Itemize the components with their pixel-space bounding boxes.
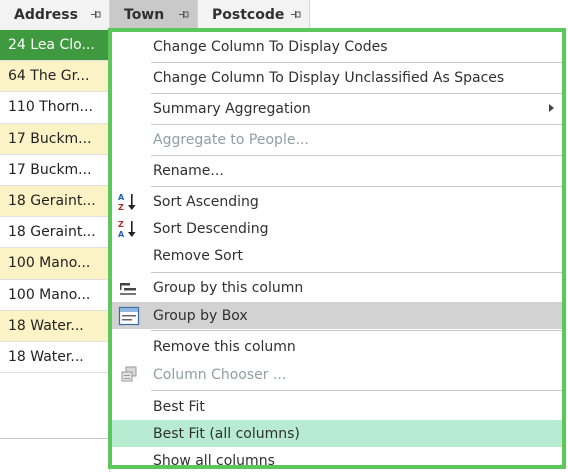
menu-item-column-chooser: Column Chooser ... [112, 361, 562, 388]
pin-icon[interactable] [179, 10, 189, 19]
menu-item-best-fit-all[interactable]: Best Fit (all columns) [112, 420, 562, 447]
grid-header: Address Town Postcode [0, 0, 310, 31]
table-row[interactable]: 100 Mano... [0, 248, 110, 280]
pin-icon[interactable] [91, 10, 101, 19]
column-context-menu: Change Column To Display Codes Change Co… [108, 28, 566, 469]
menu-separator [151, 330, 562, 331]
menu-item-label: Sort Ascending [153, 193, 259, 210]
menu-item-remove-sort[interactable]: Remove Sort [112, 242, 562, 269]
table-row[interactable]: 18 Geraint... [0, 185, 110, 218]
menu-separator [151, 124, 562, 125]
column-header-label: Address [14, 7, 78, 23]
menu-item-label: Change Column To Display Unclassified As… [153, 69, 505, 86]
menu-item-label: Summary Aggregation [153, 100, 311, 117]
menu-separator [151, 155, 562, 156]
menu-item-label: Remove Sort [153, 247, 243, 264]
menu-item-show-all-columns[interactable]: Show all columns [112, 447, 562, 469]
menu-separator [151, 186, 562, 187]
table-row[interactable]: 18 Geraint... [0, 217, 110, 249]
menu-separator [151, 272, 562, 273]
menu-item-label: Column Chooser ... [153, 366, 287, 383]
column-header-label: Postcode [212, 7, 285, 23]
svg-text:Z: Z [118, 220, 124, 229]
svg-text:Z: Z [118, 203, 124, 212]
menu-item-label: Show all columns [153, 452, 275, 469]
column-header-label: Town [124, 7, 165, 23]
menu-item-sort-ascending[interactable]: A Z Sort Ascending [112, 188, 562, 215]
table-row[interactable]: 17 Buckm... [0, 123, 110, 155]
menu-item-aggregate-to-people: Aggregate to People... [112, 126, 562, 153]
menu-item-remove-column[interactable]: Remove this column [112, 333, 562, 360]
column-chooser-icon [121, 366, 137, 381]
menu-item-label: Group by Box [153, 307, 248, 324]
menu-item-rename[interactable]: Rename... [112, 157, 562, 184]
menu-item-label: Remove this column [153, 338, 296, 355]
menu-item-display-unclassified[interactable]: Change Column To Display Unclassified As… [112, 64, 562, 91]
menu-item-group-by-column[interactable]: Group by this column [112, 274, 562, 301]
table-row[interactable]: 110 Thorn... [0, 92, 110, 124]
menu-separator [151, 93, 562, 94]
table-row[interactable]: 64 The Gr... [0, 61, 110, 93]
menu-item-label: Aggregate to People... [153, 131, 309, 148]
column-header-town[interactable]: Town [110, 0, 198, 30]
menu-item-label: Group by this column [153, 279, 304, 296]
column-header-postcode[interactable]: Postcode [198, 0, 310, 30]
pin-icon[interactable] [291, 10, 301, 19]
group-by-column-icon [120, 282, 136, 295]
svg-text:A: A [118, 230, 125, 239]
column-header-address[interactable]: Address [0, 0, 110, 30]
menu-item-label: Best Fit [153, 398, 205, 415]
table-row[interactable]: 18 Water... [0, 310, 110, 342]
submenu-arrow-icon [549, 104, 554, 112]
grid-empty-area [0, 400, 110, 472]
menu-item-label: Best Fit (all columns) [153, 425, 300, 442]
address-column: 24 Lea Clo... 64 The Gr... 110 Thorn... … [0, 30, 110, 374]
table-row[interactable]: 17 Buckm... [0, 154, 110, 186]
menu-separator [151, 390, 562, 391]
group-by-box-icon [118, 306, 140, 325]
table-row[interactable]: 24 Lea Clo... [0, 30, 110, 62]
menu-item-label: Sort Descending [153, 220, 269, 237]
menu-item-label: Change Column To Display Codes [153, 38, 388, 55]
menu-item-sort-descending[interactable]: Z A Sort Descending [112, 215, 562, 242]
menu-separator [151, 62, 562, 63]
svg-text:A: A [118, 193, 125, 202]
sort-descending-icon: Z A [118, 220, 136, 239]
menu-item-label: Rename... [153, 162, 224, 179]
sort-ascending-icon: A Z [118, 193, 136, 212]
menu-item-display-codes[interactable]: Change Column To Display Codes [112, 33, 562, 60]
menu-item-best-fit[interactable]: Best Fit [112, 393, 562, 420]
menu-item-summary-aggregation[interactable]: Summary Aggregation [112, 95, 562, 122]
grid-divider [0, 438, 110, 439]
table-row[interactable]: 100 Mano... [0, 279, 110, 311]
table-row[interactable]: 18 Water... [0, 341, 110, 374]
menu-item-group-by-box[interactable]: Group by Box [112, 302, 562, 329]
